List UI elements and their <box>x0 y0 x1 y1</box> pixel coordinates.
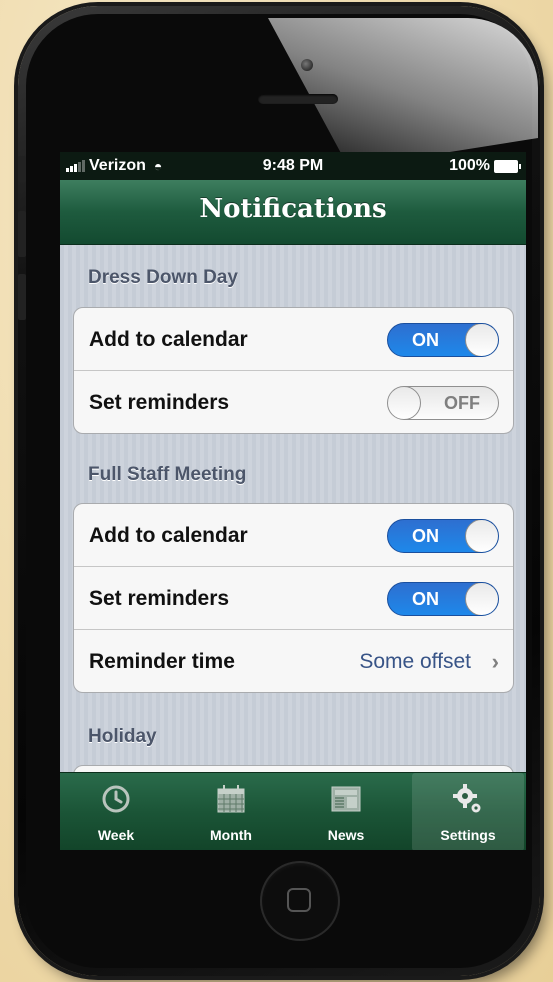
reminder-time-value: Some offset <box>359 650 471 673</box>
home-square-icon <box>287 888 311 912</box>
earpiece-speaker <box>258 94 338 104</box>
tab-settings[interactable]: Settings <box>412 773 524 850</box>
cell-label: Add to calendar <box>89 524 248 547</box>
section-group-dress-down-day: Add to calendar ON Set reminders OFF <box>73 307 514 434</box>
cell-add-to-calendar: Add to calendar ON <box>74 308 513 371</box>
volume-up-button <box>18 211 26 257</box>
navigation-bar: Notifications <box>60 180 526 245</box>
tab-label: Week <box>97 827 135 843</box>
tab-week[interactable]: Week <box>60 773 172 850</box>
clock-icon <box>102 785 130 813</box>
battery-icon <box>494 159 521 173</box>
toggle-state-label: ON <box>412 526 439 546</box>
calendar-icon <box>217 785 245 813</box>
mute-switch <box>18 156 26 182</box>
home-button[interactable] <box>260 861 340 941</box>
settings-list[interactable]: Dress Down Day Add to calendar ON Set re… <box>60 245 526 772</box>
toggle-knob <box>465 583 498 615</box>
toggle-state-label: ON <box>412 589 439 609</box>
tab-label: Settings <box>440 827 496 843</box>
phone-screen: Verizon ◓ 9:48 PM 100% Notifications Dre… <box>60 152 526 850</box>
toggle-knob <box>465 324 498 356</box>
cell-label: Set reminders <box>89 391 230 414</box>
section-header-dress-down-day: Dress Down Day <box>88 267 238 288</box>
tab-bar: Week Month News Settings <box>60 772 526 850</box>
newspaper-icon <box>331 786 361 812</box>
front-camera <box>301 59 313 71</box>
cell-set-reminders: Set reminders OFF <box>74 371 513 433</box>
volume-down-button <box>18 274 26 320</box>
cell-label: Set reminders <box>89 587 230 610</box>
gears-icon <box>453 784 481 813</box>
section-header-full-staff-meeting: Full Staff Meeting <box>88 464 247 485</box>
toggle-knob <box>465 520 498 552</box>
cell-label: Add to calendar <box>89 328 248 351</box>
battery-group: 100% <box>449 157 521 175</box>
chevron-right-icon: › <box>491 649 499 674</box>
battery-percent: 100% <box>449 157 490 174</box>
page-title: Notifications <box>199 194 387 224</box>
status-bar: Verizon ◓ 9:48 PM 100% <box>60 152 526 180</box>
cell-add-to-calendar: Add to calendar ON <box>74 504 513 567</box>
tab-label: Month <box>210 827 252 843</box>
set-reminders-toggle[interactable]: OFF <box>387 386 499 420</box>
tab-label: News <box>327 827 365 843</box>
tab-month[interactable]: Month <box>175 773 287 850</box>
add-to-calendar-toggle[interactable]: ON <box>387 519 499 553</box>
add-to-calendar-toggle[interactable]: ON <box>387 323 499 357</box>
cell-label: Reminder time <box>89 650 235 673</box>
set-reminders-toggle[interactable]: ON <box>387 582 499 616</box>
toggle-state-label: OFF <box>444 393 480 413</box>
cell-set-reminders: Set reminders ON <box>74 567 513 630</box>
toggle-knob <box>388 387 421 419</box>
toggle-state-label: ON <box>412 330 439 350</box>
section-header-holiday: Holiday <box>88 726 157 747</box>
tab-news[interactable]: News <box>290 773 402 850</box>
cell-reminder-time[interactable]: Reminder time Some offset › <box>74 630 513 692</box>
section-group-holiday <box>73 765 514 772</box>
section-group-full-staff-meeting: Add to calendar ON Set reminders ON Remi… <box>73 503 514 693</box>
